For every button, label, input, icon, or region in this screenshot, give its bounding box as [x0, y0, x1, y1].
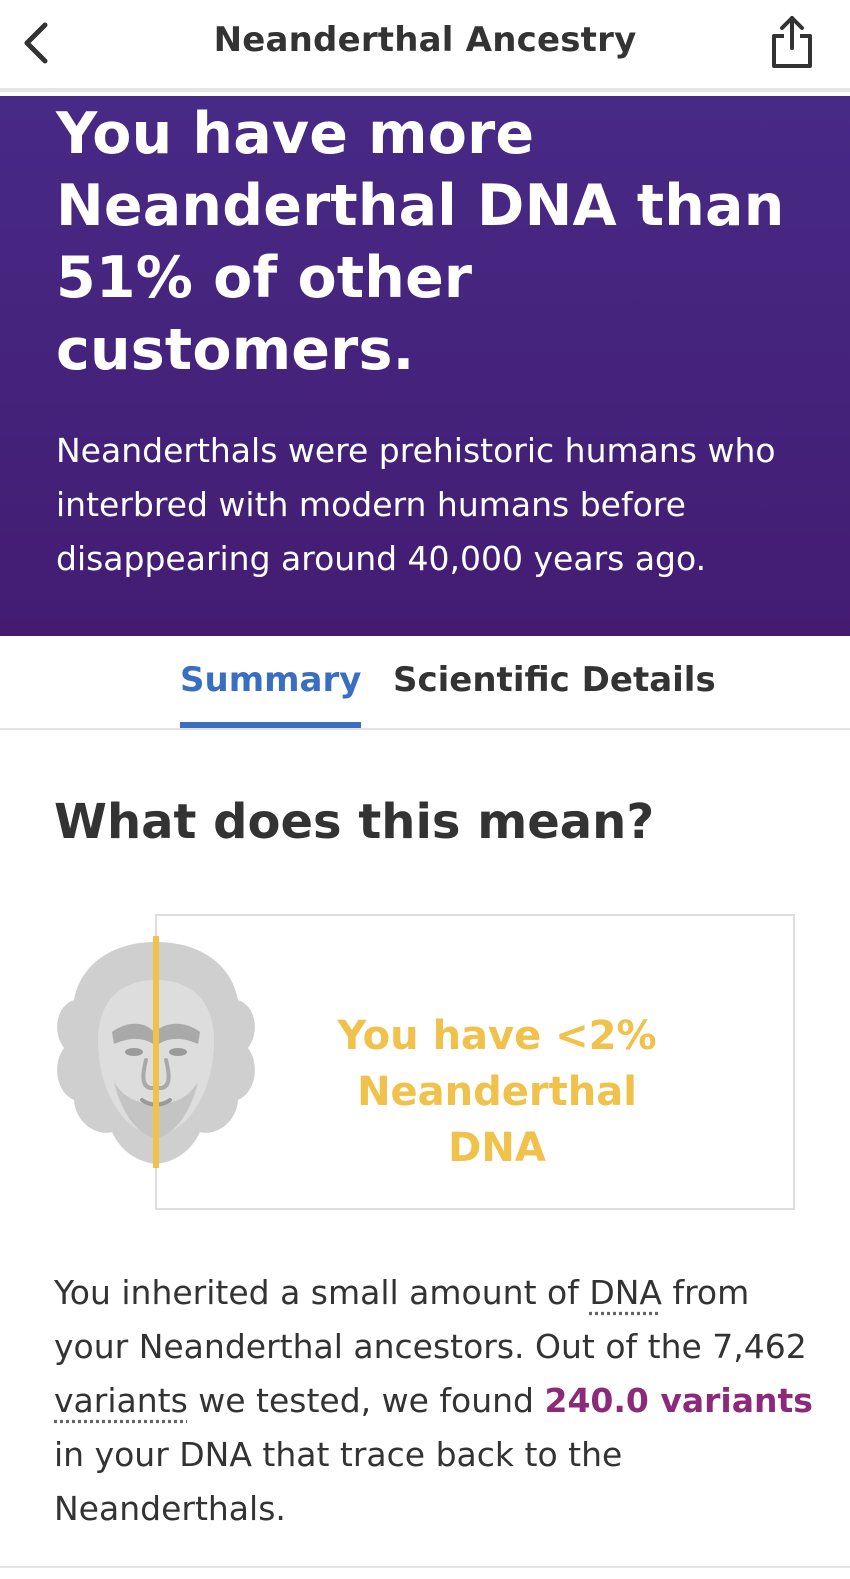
hero-description: Neanderthals were prehistoric humans who…	[56, 431, 776, 578]
share-icon	[772, 16, 812, 68]
tab-bar: Summary Scientific Details	[0, 636, 850, 730]
variants-glossary-link[interactable]: variants	[54, 1381, 188, 1420]
tab-summary[interactable]: Summary	[180, 660, 362, 728]
section-heading: What does this mean?	[54, 794, 655, 850]
hero-title: You have more Neanderthal DNA than 51% o…	[56, 101, 785, 383]
share-button[interactable]	[762, 10, 822, 74]
top-navigation-bar: Neanderthal Ancestry	[0, 0, 850, 92]
dna-glossary-link[interactable]: DNA	[589, 1273, 662, 1312]
card-percentage-text: You have <2% Neanderthal DNA	[337, 1013, 657, 1171]
tab-scientific-details[interactable]: Scientific Details	[393, 660, 716, 700]
neanderthal-face-icon	[57, 936, 255, 1168]
explanation-paragraph: You inherited a small amount of DNA from…	[54, 1273, 813, 1528]
hero-banner: You have more Neanderthal DNA than 51% o…	[0, 96, 850, 636]
bottom-divider	[0, 1566, 850, 1568]
variant-count-highlight: 240.0 variants	[544, 1381, 813, 1420]
page-title: Neanderthal Ancestry	[213, 20, 637, 60]
